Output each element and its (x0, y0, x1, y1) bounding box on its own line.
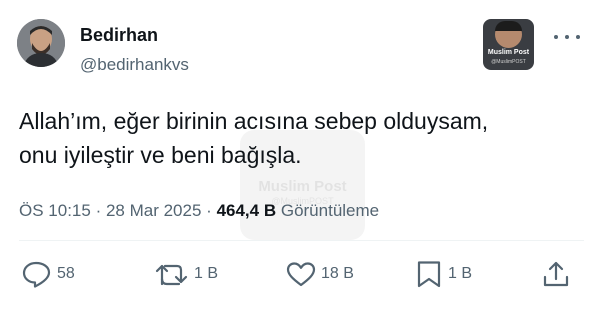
badge-subtitle: @MuslimPOST (491, 59, 526, 65)
affiliate-badge[interactable]: Muslim Post @MuslimPOST (483, 19, 534, 70)
avatar[interactable] (17, 19, 65, 67)
more-dot (576, 35, 580, 39)
retweet-button[interactable]: 1 B (155, 260, 218, 288)
tweet-text: Allah’ım, eğer birinin acısına sebep old… (19, 104, 579, 172)
bookmark-icon (417, 261, 441, 288)
tweet-text-line: onu iyileştir ve beni bağışla. (19, 142, 302, 168)
meta-separator: · (206, 201, 212, 220)
like-count: 18 B (321, 265, 354, 282)
tweet-card: Bedirhan @bedirhankvs Muslim Post @Musli… (0, 0, 603, 309)
view-count: 464,4 B (216, 201, 277, 220)
reply-icon (22, 261, 51, 288)
bookmark-count: 1 B (448, 265, 473, 282)
reply-count: 58 (57, 265, 75, 282)
tweet-date[interactable]: 28 Mar 2025 (106, 201, 201, 220)
retweet-count: 1 B (194, 265, 219, 282)
meta-separator: · (95, 201, 102, 220)
like-button[interactable]: 18 B (286, 260, 354, 288)
badge-hair (495, 21, 522, 31)
divider (19, 240, 584, 241)
tweet-time[interactable]: ÖS 10:15 (19, 201, 91, 220)
more-dot (565, 35, 569, 39)
like-icon (286, 262, 316, 287)
badge-title: Muslim Post (487, 49, 530, 56)
author-name[interactable]: Bedirhan (80, 24, 158, 46)
bookmark-button[interactable]: 1 B (415, 260, 472, 288)
share-icon (543, 261, 569, 287)
tweet-meta: ÖS 10:15 · 28 Mar 2025 · 464,4 B Görüntü… (19, 200, 379, 222)
more-dot (554, 35, 558, 39)
view-label: Görüntüleme (280, 201, 380, 220)
author-handle[interactable]: @bedirhankvs (80, 55, 189, 75)
retweet-icon (155, 264, 188, 286)
more-icon[interactable] (554, 26, 580, 48)
watermark-title: Muslim Post (258, 178, 347, 195)
tweet-text-line: Allah’ım, eğer birinin acısına sebep old… (19, 108, 489, 134)
reply-button[interactable]: 58 (22, 260, 75, 288)
avatar-image (17, 19, 65, 67)
share-button[interactable] (542, 260, 570, 288)
